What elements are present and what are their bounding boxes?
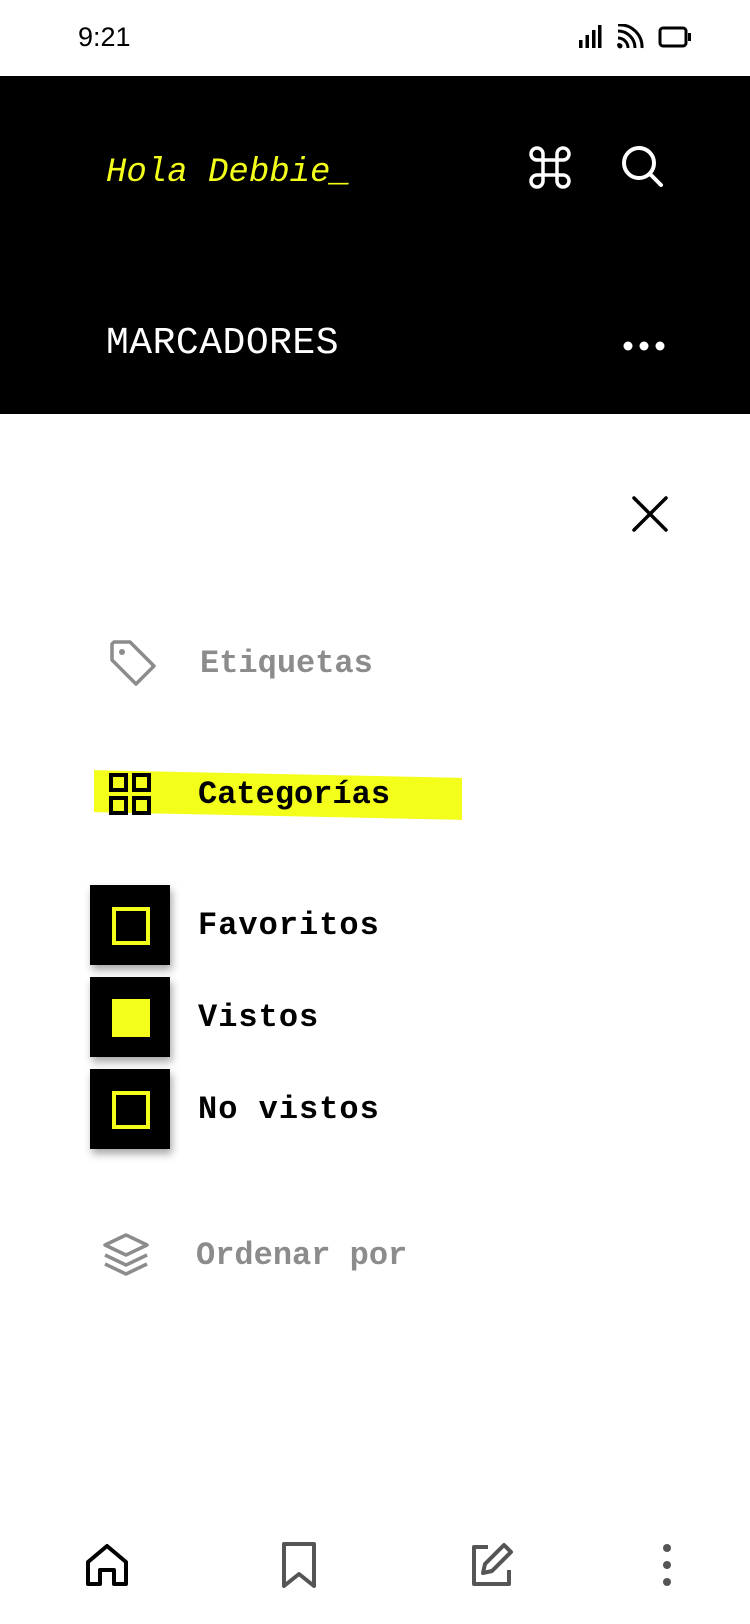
category-label: Vistos — [198, 998, 320, 1036]
bookmark-icon[interactable] — [274, 1540, 324, 1590]
checkbox-inner-checked — [112, 999, 150, 1037]
home-icon[interactable] — [82, 1540, 132, 1590]
status-time: 9:21 — [78, 22, 131, 52]
more-vertical-icon[interactable] — [642, 1540, 692, 1590]
grid-icon — [109, 773, 151, 815]
sort-filter-item[interactable]: Ordenar por — [102, 1232, 407, 1278]
tags-filter-item[interactable]: Etiquetas — [108, 638, 373, 688]
app-header: Hola Debbie_ MARCADORES — [0, 76, 750, 414]
cast-icon — [617, 24, 644, 49]
category-favoritos[interactable]: Favoritos — [90, 885, 380, 965]
category-label: No vistos — [198, 1090, 380, 1128]
battery-icon — [658, 26, 691, 48]
category-vistos[interactable]: Vistos — [90, 977, 319, 1057]
layers-icon — [103, 1233, 149, 1276]
checkbox-no-vistos[interactable] — [90, 1069, 170, 1149]
more-horizontal-icon[interactable] — [620, 322, 668, 370]
status-bar: 9:21 — [0, 0, 750, 76]
checkbox-favoritos[interactable] — [90, 885, 170, 965]
command-icon[interactable] — [526, 144, 574, 192]
categories-label: Categorías — [198, 775, 391, 813]
close-icon[interactable] — [628, 492, 672, 536]
tags-label: Etiquetas — [200, 644, 373, 682]
category-label: Favoritos — [198, 906, 380, 944]
section-title: MARCADORES — [106, 322, 340, 365]
signal-icon — [579, 25, 602, 48]
checkbox-vistos[interactable] — [90, 977, 170, 1057]
search-icon[interactable] — [618, 142, 666, 190]
checkbox-inner — [112, 1091, 150, 1129]
bottom-nav — [0, 1520, 750, 1624]
edit-icon[interactable] — [466, 1540, 516, 1590]
status-icons — [578, 24, 692, 50]
greeting-text: Hola Debbie_ — [106, 154, 351, 192]
checkbox-inner — [112, 907, 150, 945]
tag-icon — [110, 640, 156, 686]
categories-filter-item[interactable]: Categorías — [108, 772, 390, 816]
category-no-vistos[interactable]: No vistos — [90, 1069, 380, 1149]
sort-label: Ordenar por — [196, 1236, 408, 1274]
